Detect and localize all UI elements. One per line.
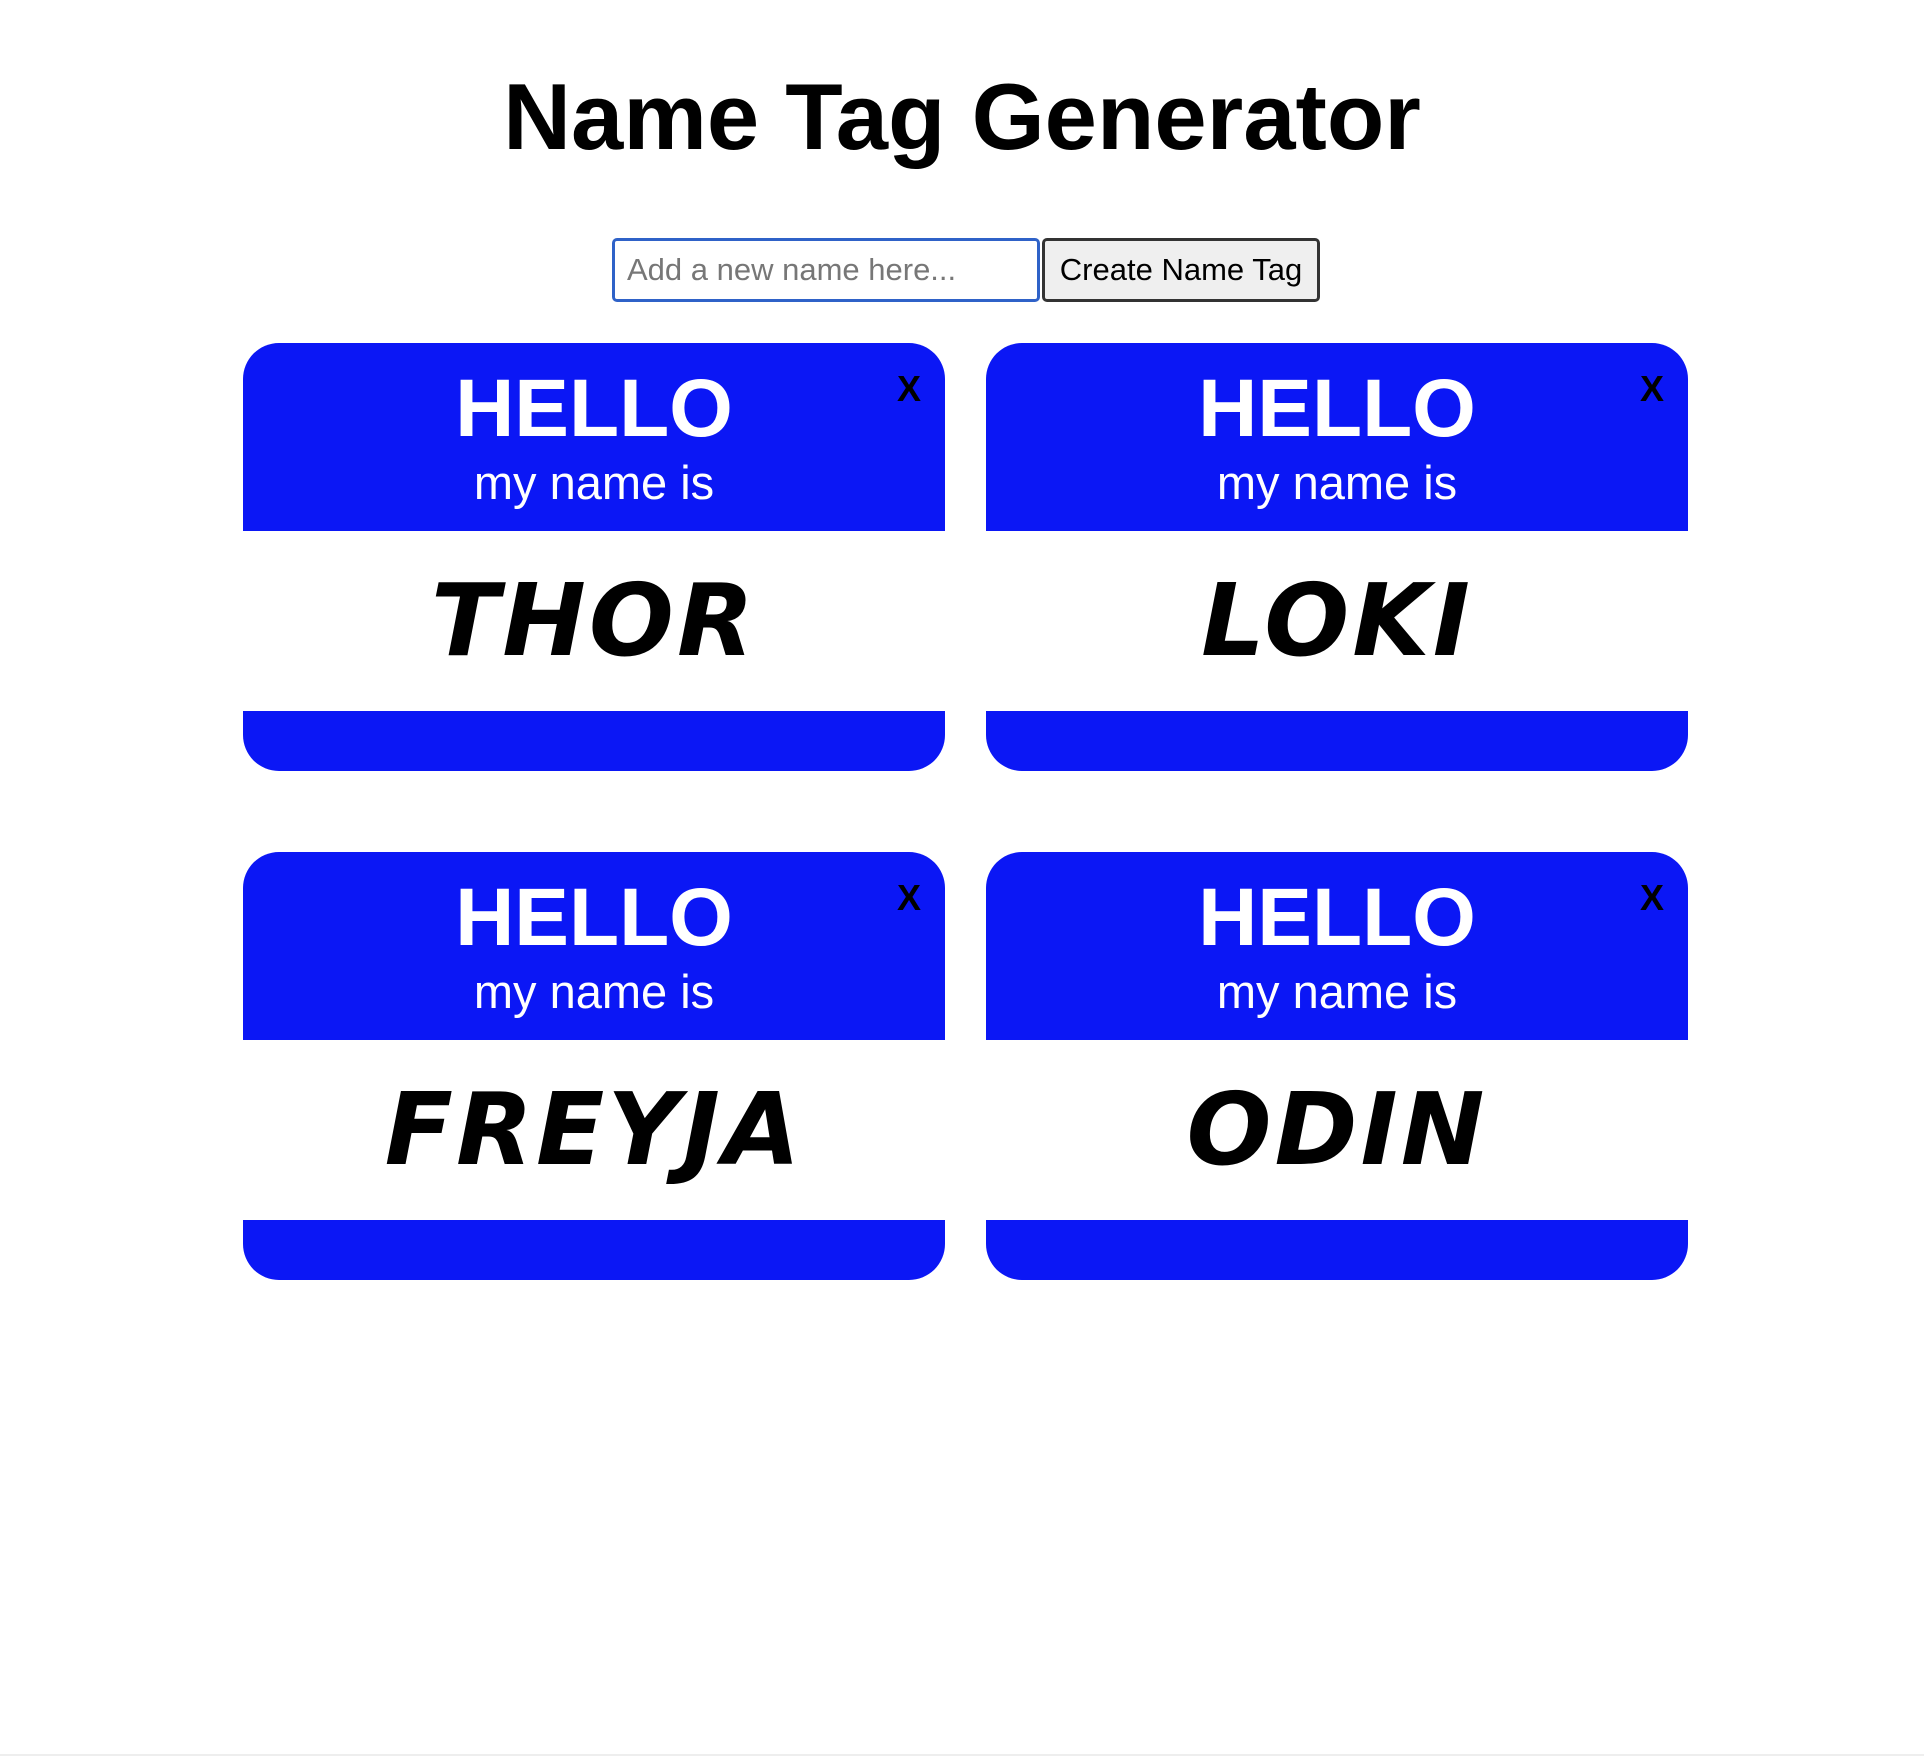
close-tag-button[interactable]: X (1640, 878, 1664, 918)
tag-header: HELLO my name is X (986, 852, 1688, 1040)
tag-body: FREYJA (243, 1040, 945, 1220)
tag-body: ODIN (986, 1040, 1688, 1220)
tag-footer (986, 1220, 1688, 1280)
tag-subtitle: my name is (1216, 965, 1458, 1018)
tag-hello: HELLO (1198, 363, 1476, 454)
tag-hello: HELLO (455, 872, 733, 963)
name-tag-form: Create Name Tag (612, 238, 1320, 302)
name-input[interactable] (612, 238, 1040, 302)
tag-body: LOKI (986, 531, 1688, 711)
page-title: Name Tag Generator (503, 64, 1421, 169)
tag-body: THOR (243, 531, 945, 711)
close-tag-button[interactable]: X (1640, 369, 1664, 409)
close-tag-button[interactable]: X (897, 369, 921, 409)
tag-footer (986, 711, 1688, 771)
tag-subtitle: my name is (473, 965, 715, 1018)
name-tag: HELLO my name is X ODIN (986, 852, 1688, 1280)
tag-name: LOKI (1201, 562, 1473, 679)
tag-footer (243, 1220, 945, 1280)
tag-name: ODIN (1186, 1071, 1488, 1188)
name-tags-grid: HELLO my name is X THOR HELLO my name is… (243, 343, 1688, 1280)
name-tag: HELLO my name is X THOR (243, 343, 945, 771)
tag-header: HELLO my name is X (243, 343, 945, 531)
close-tag-button[interactable]: X (897, 878, 921, 918)
tag-header: HELLO my name is X (986, 343, 1688, 531)
tag-subtitle: my name is (1216, 456, 1458, 509)
tag-name: FREYJA (384, 1071, 804, 1188)
tag-name: THOR (431, 562, 757, 679)
tag-subtitle: my name is (473, 456, 715, 509)
create-name-tag-button[interactable]: Create Name Tag (1042, 238, 1320, 302)
tag-hello: HELLO (1198, 872, 1476, 963)
tag-header: HELLO my name is X (243, 852, 945, 1040)
name-tag: HELLO my name is X FREYJA (243, 852, 945, 1280)
name-tag: HELLO my name is X LOKI (986, 343, 1688, 771)
tag-hello: HELLO (455, 363, 733, 454)
tag-footer (243, 711, 945, 771)
